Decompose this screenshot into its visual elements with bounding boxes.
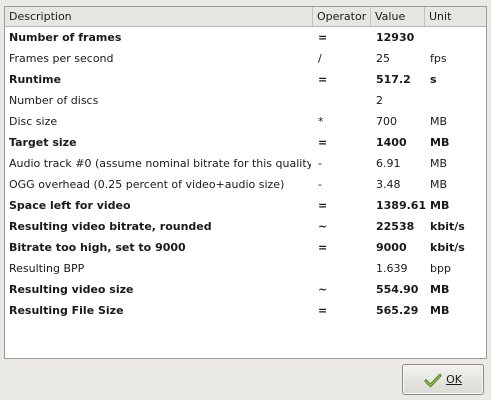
row-operator <box>318 258 368 279</box>
ok-button-label: OK <box>446 373 462 386</box>
table-row[interactable]: Space left for video = 1389.61 MB <box>5 195 486 216</box>
table-row[interactable]: OGG overhead (0.25 percent of video+audi… <box>5 174 486 195</box>
table-row[interactable]: Runtime = 517.2 s <box>5 69 486 90</box>
table-row[interactable]: Target size = 1400 MB <box>5 132 486 153</box>
row-unit: MB <box>430 304 450 317</box>
calculation-dialog: Description Operator Value Unit Number o… <box>0 0 491 400</box>
table-row[interactable]: Bitrate too high, set to 9000 = 9000 kbit/s <box>5 237 486 258</box>
row-operator: ~ <box>318 283 328 296</box>
table-row[interactable]: Resulting File Size = 565.29 MB <box>5 300 486 321</box>
row-description: Resulting video size <box>9 283 134 296</box>
row-unit: MB <box>430 178 448 191</box>
row-value: 554.90 <box>376 283 419 296</box>
table-header: Description Operator Value Unit <box>5 7 486 27</box>
column-header-operator[interactable]: Operator <box>313 7 371 26</box>
table-row[interactable]: Resulting video bitrate, rounded ~22538 kb… <box>5 216 486 237</box>
table-body: Number of frames = 12930 Frames per second /… <box>5 27 486 321</box>
row-value: 22538 <box>376 220 415 233</box>
row-value: 1400 <box>376 136 407 149</box>
row-operator: = <box>318 304 328 317</box>
row-unit: MB <box>430 136 450 149</box>
row-unit: bpp <box>430 262 451 275</box>
table-row[interactable]: Number of frames = 12930 <box>5 27 486 48</box>
row-description: OGG overhead (0.25 percent of video+audi… <box>9 178 285 191</box>
column-header-description[interactable]: Description <box>5 7 313 26</box>
row-unit: MB <box>430 157 448 170</box>
row-unit: MB <box>430 115 448 128</box>
checkmark-icon <box>424 372 442 388</box>
row-description: Resulting video bitrate, rounded <box>9 220 212 233</box>
row-value: 3.48 <box>376 178 401 191</box>
row-description: Resulting BPP <box>9 262 85 275</box>
row-description: Space left for video <box>9 199 131 212</box>
row-value: 1.639 <box>376 262 408 275</box>
ok-label-text: OK <box>446 373 462 386</box>
table-row[interactable]: Resulting video size ~554.90 MB <box>5 279 486 300</box>
row-operator: ~ <box>318 220 328 233</box>
row-value: 6.91 <box>376 157 401 170</box>
row-value: 25 <box>376 52 390 65</box>
calculation-table: Description Operator Value Unit Number o… <box>4 6 487 359</box>
row-value: 1389.61 <box>376 199 427 212</box>
row-value: 9000 <box>376 241 407 254</box>
row-operator: - <box>318 157 322 170</box>
row-operator: = <box>318 136 328 149</box>
table-row[interactable]: Audio track #0 (assume nominal bitrate f… <box>5 153 486 174</box>
row-unit <box>430 90 486 111</box>
row-value: 2 <box>376 94 383 107</box>
row-description: Number of frames <box>9 31 122 44</box>
row-operator: = <box>318 199 328 212</box>
row-description: Resulting File Size <box>9 304 124 317</box>
column-header-unit[interactable]: Unit <box>425 7 486 26</box>
row-description: Number of discs <box>9 94 99 107</box>
row-operator: * <box>318 115 324 128</box>
row-unit: kbit/s <box>430 241 465 254</box>
row-unit: fps <box>430 52 447 65</box>
row-value: 12930 <box>376 31 415 44</box>
row-operator: = <box>318 31 328 44</box>
row-operator: = <box>318 73 328 86</box>
row-unit: s <box>430 73 437 86</box>
table-row[interactable]: Disc size * 700 MB <box>5 111 486 132</box>
table-row[interactable]: Frames per second / 25 fps <box>5 48 486 69</box>
table-row[interactable]: Number of discs 2 <box>5 90 486 111</box>
row-operator: - <box>318 178 322 191</box>
row-value: 700 <box>376 115 397 128</box>
row-value: 565.29 <box>376 304 419 317</box>
row-value: 517.2 <box>376 73 411 86</box>
row-unit: kbit/s <box>430 220 465 233</box>
row-unit <box>430 27 486 48</box>
row-operator: = <box>318 241 328 254</box>
row-operator <box>318 90 368 111</box>
row-description: Target size <box>9 136 77 149</box>
row-operator: / <box>318 52 322 65</box>
ok-button[interactable]: OK <box>402 364 484 395</box>
row-unit: MB <box>430 283 450 296</box>
row-description: Runtime <box>9 73 62 86</box>
row-description: Audio track #0 (assume nominal bitrate f… <box>9 157 311 170</box>
row-description: Bitrate too high, set to 9000 <box>9 241 186 254</box>
table-row[interactable]: Resulting BPP 1.639 bpp <box>5 258 486 279</box>
row-description: Disc size <box>9 115 58 128</box>
row-unit: MB <box>430 199 450 212</box>
row-description: Frames per second <box>9 52 114 65</box>
column-header-value[interactable]: Value <box>371 7 425 26</box>
